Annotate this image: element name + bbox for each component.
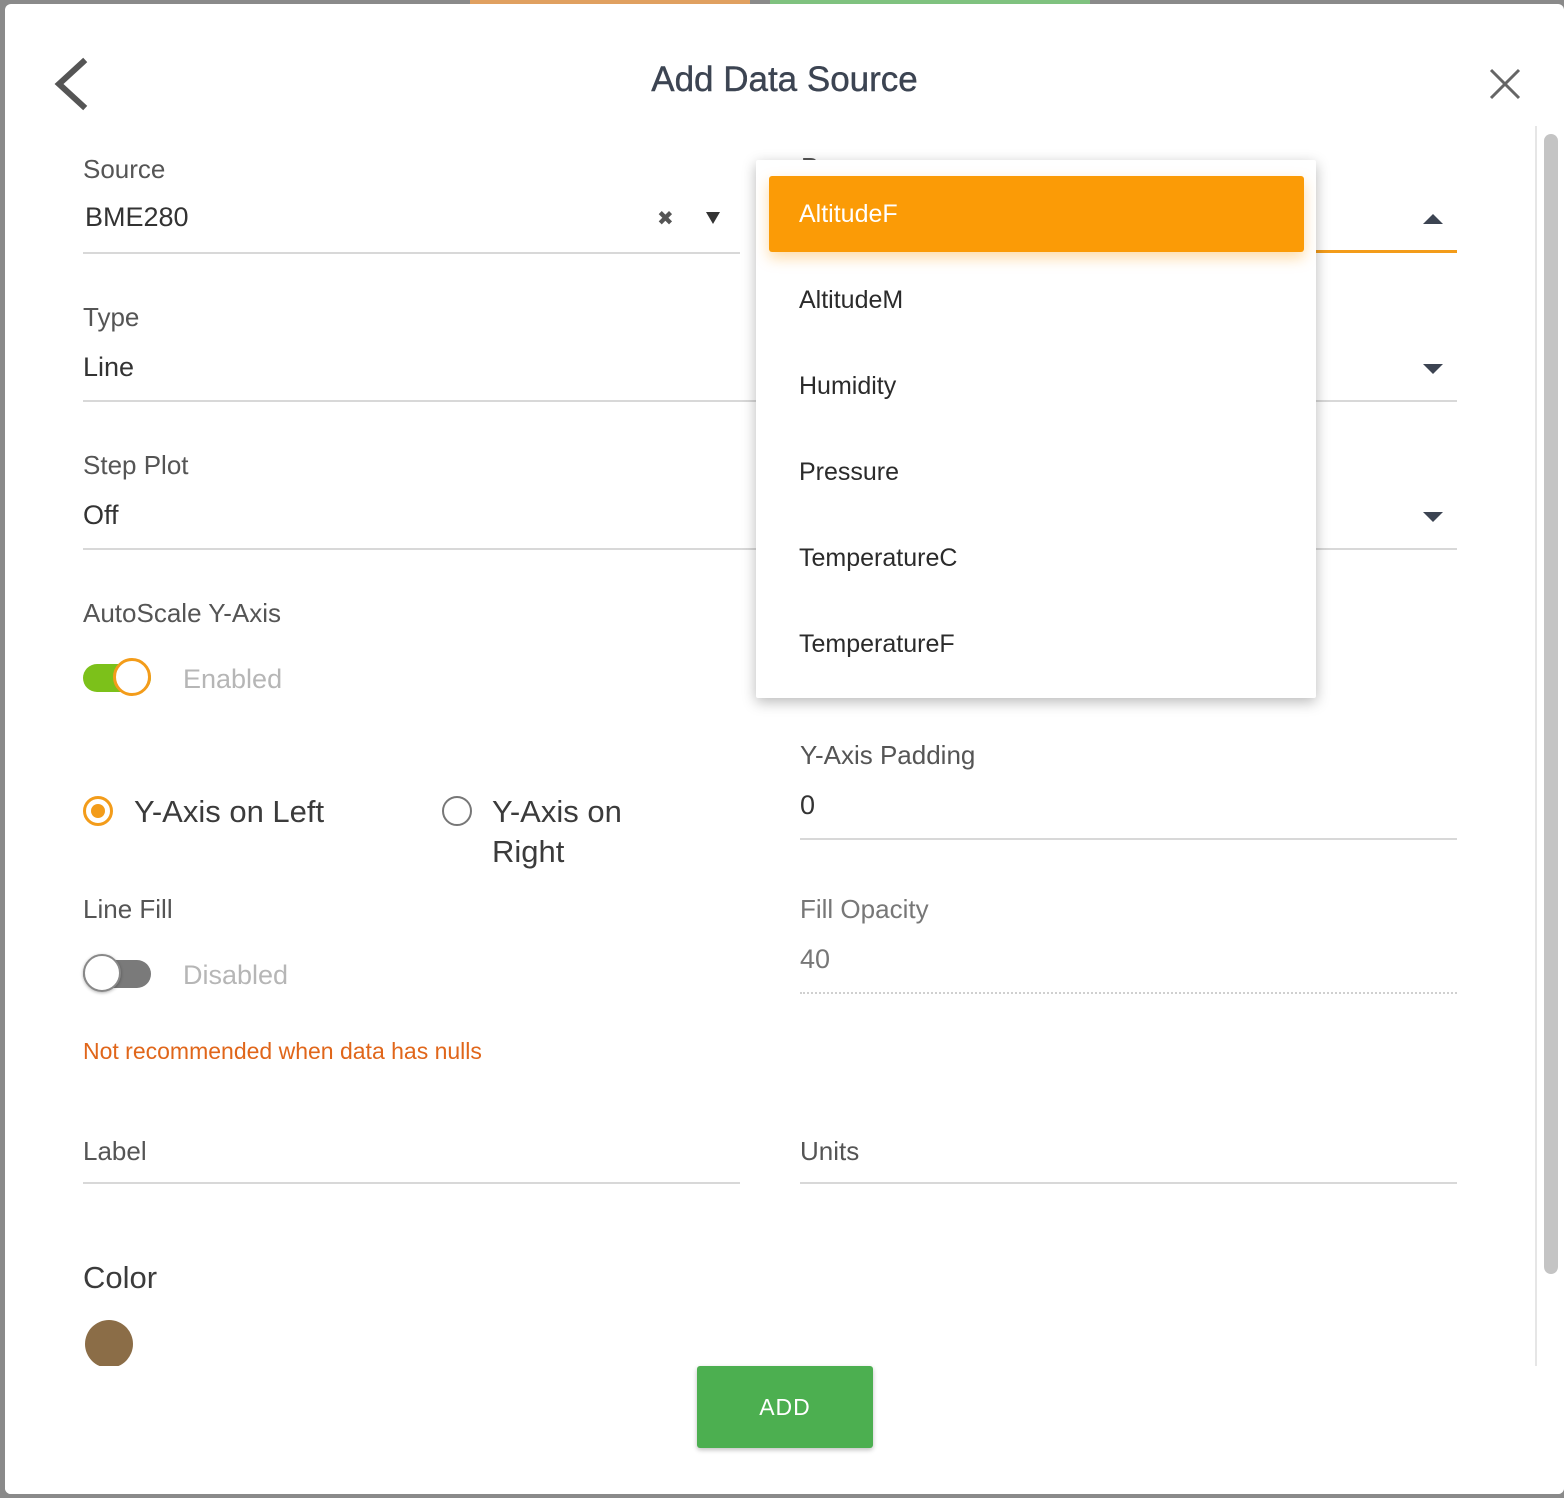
units-input[interactable]: Units	[800, 1136, 859, 1167]
dropdown-option-pressure[interactable]: Pressure	[769, 434, 1304, 510]
close-button[interactable]	[1485, 64, 1525, 104]
scrollbar-track[interactable]	[1535, 126, 1537, 1366]
dropdown-option-altitudem[interactable]: AltitudeM	[769, 262, 1304, 338]
label-underline	[83, 1182, 740, 1184]
autoscale-label: AutoScale Y-Axis	[83, 598, 282, 628]
y-axis-right-radio[interactable]	[442, 796, 472, 826]
y-axis-padding-input[interactable]: 0	[800, 790, 815, 821]
caret-down-icon[interactable]	[1423, 364, 1443, 374]
line-fill-state-text: Disabled	[183, 960, 289, 990]
toggle-knob	[113, 658, 151, 696]
caret-down-icon[interactable]	[1423, 512, 1443, 522]
source-label: Source	[83, 154, 166, 184]
y-axis-padding-underline	[800, 838, 1457, 840]
property-label-peek: P	[801, 144, 911, 160]
toggle-knob	[83, 954, 121, 992]
autoscale-toggle[interactable]	[83, 658, 153, 698]
type-select[interactable]: Line	[83, 352, 134, 383]
fill-opacity-underline	[800, 992, 1457, 994]
source-select[interactable]: BME280	[85, 202, 189, 233]
add-data-source-dialog: Add Data Source Source BME280 ✖ P Type L…	[5, 4, 1564, 1494]
y-axis-padding-label: Y-Axis Padding	[800, 740, 976, 770]
type-label: Type	[83, 302, 140, 332]
add-button[interactable]: ADD	[697, 1366, 873, 1448]
fill-opacity-label: Fill Opacity	[800, 894, 929, 924]
property-dropdown-menu: AltitudeF AltitudeM Humidity Pressure Te…	[756, 160, 1316, 698]
autoscale-state-text: Enabled	[183, 664, 283, 694]
step-plot-select[interactable]: Off	[83, 500, 119, 531]
step-plot-label: Step Plot	[83, 450, 189, 480]
close-icon	[1489, 68, 1521, 100]
y-axis-left-radio[interactable]	[83, 796, 113, 826]
dialog-title: Add Data Source	[651, 60, 918, 99]
dropdown-option-temperaturec[interactable]: TemperatureC	[769, 520, 1304, 596]
property-label: P	[801, 152, 818, 160]
dropdown-option-altitudef[interactable]: AltitudeF	[769, 176, 1304, 252]
color-label: Color	[83, 1260, 158, 1295]
caret-up-icon[interactable]	[1423, 214, 1443, 224]
dropdown-option-temperaturef[interactable]: TemperatureF	[769, 606, 1304, 682]
units-underline	[800, 1182, 1457, 1184]
caret-down-icon[interactable]	[706, 212, 720, 224]
y-axis-left-label[interactable]: Y-Axis on Left	[134, 792, 324, 832]
color-swatch[interactable]	[85, 1320, 133, 1368]
source-underline	[83, 252, 740, 254]
dropdown-option-humidity[interactable]: Humidity	[769, 348, 1304, 424]
property-underline	[1315, 250, 1457, 253]
line-fill-toggle[interactable]	[83, 954, 153, 994]
y-axis-right-label[interactable]: Right	[492, 832, 564, 872]
clear-source-icon[interactable]: ✖	[657, 206, 674, 231]
line-fill-label: Line Fill	[83, 894, 173, 924]
scrollbar-thumb[interactable]	[1544, 134, 1558, 1274]
y-axis-right-label[interactable]: Y-Axis on	[492, 792, 622, 832]
fill-opacity-input: 40	[800, 944, 831, 974]
null-data-warning: Not recommended when data has nulls	[83, 1038, 482, 1064]
label-input[interactable]: Label	[83, 1136, 147, 1167]
